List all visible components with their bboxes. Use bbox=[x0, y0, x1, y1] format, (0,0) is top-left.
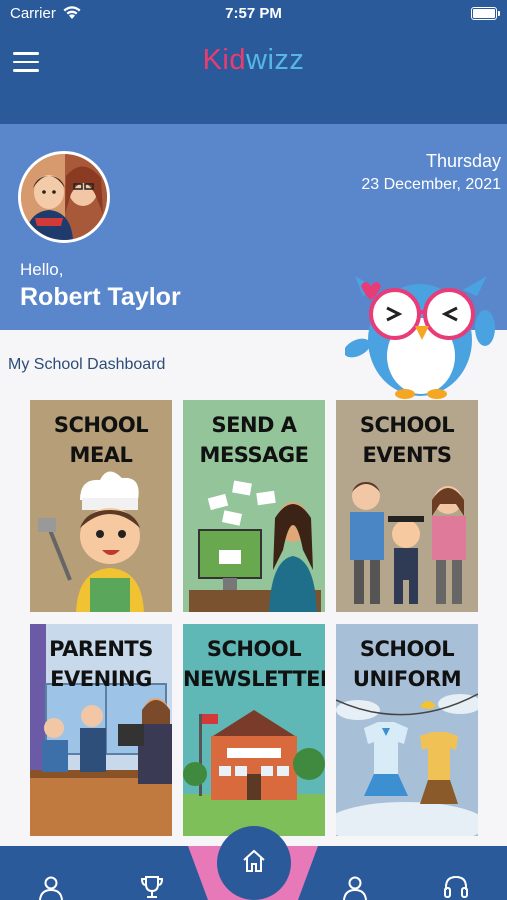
person-icon[interactable] bbox=[38, 874, 64, 900]
tile-label-line2: NEWSLETTER bbox=[183, 667, 325, 691]
tile-label-line2: UNIFORM bbox=[352, 667, 462, 691]
tile-send-message[interactable]: SEND A MESSAGE bbox=[183, 400, 325, 612]
tile-label-line2: MEAL bbox=[69, 443, 133, 467]
tile-label-line1: SEND A bbox=[211, 413, 297, 437]
full-date-label: 23 December, 2021 bbox=[361, 176, 501, 193]
battery-icon bbox=[471, 7, 500, 20]
logo-part-kid: Kid bbox=[202, 44, 247, 76]
greeting-label: Hello, bbox=[20, 260, 64, 279]
tile-label-line1: PARENTS bbox=[49, 637, 153, 661]
person-icon[interactable] bbox=[342, 874, 368, 900]
status-bar: Carrier 7:57 PM bbox=[0, 0, 507, 30]
tile-label-line2: EVENTS bbox=[362, 443, 452, 467]
tile-label-line1: SCHOOL bbox=[206, 637, 302, 661]
tile-school-newsletter[interactable]: SCHOOL NEWSLETTER bbox=[183, 624, 325, 836]
dashboard-title: My School Dashboard bbox=[8, 356, 166, 373]
headset-icon[interactable] bbox=[443, 874, 469, 900]
app-logo: Kidwizz bbox=[0, 44, 507, 77]
day-label: Thursday bbox=[425, 151, 501, 171]
date-display: Thursday 23 December, 2021 bbox=[361, 151, 501, 194]
tile-school-uniform[interactable]: SCHOOL UNIFORM bbox=[336, 624, 478, 836]
logo-part-wizz: wizz bbox=[246, 44, 305, 76]
tile-school-events[interactable]: SCHOOL EVENTS bbox=[336, 400, 478, 612]
tile-label-line1: SCHOOL bbox=[53, 413, 149, 437]
avatar[interactable] bbox=[18, 151, 110, 243]
app-header: Carrier 7:57 PM Kidwizz bbox=[0, 0, 507, 124]
clock: 7:57 PM bbox=[225, 5, 282, 22]
home-icon bbox=[243, 849, 265, 872]
trophy-icon[interactable] bbox=[139, 874, 165, 900]
tile-label-line2: EVENING bbox=[50, 667, 152, 691]
tile-parents-evening[interactable]: PARENTS EVENING bbox=[30, 624, 172, 836]
home-button[interactable] bbox=[217, 826, 291, 900]
owl-mascot-image bbox=[345, 276, 495, 399]
user-name: Robert Taylor bbox=[20, 283, 181, 311]
tile-label-line2: MESSAGE bbox=[199, 443, 309, 467]
tile-label-line1: SCHOOL bbox=[359, 413, 455, 437]
tile-school-meal[interactable]: SCHOOL MEAL bbox=[30, 400, 172, 612]
tile-label-line1: SCHOOL bbox=[359, 637, 455, 661]
